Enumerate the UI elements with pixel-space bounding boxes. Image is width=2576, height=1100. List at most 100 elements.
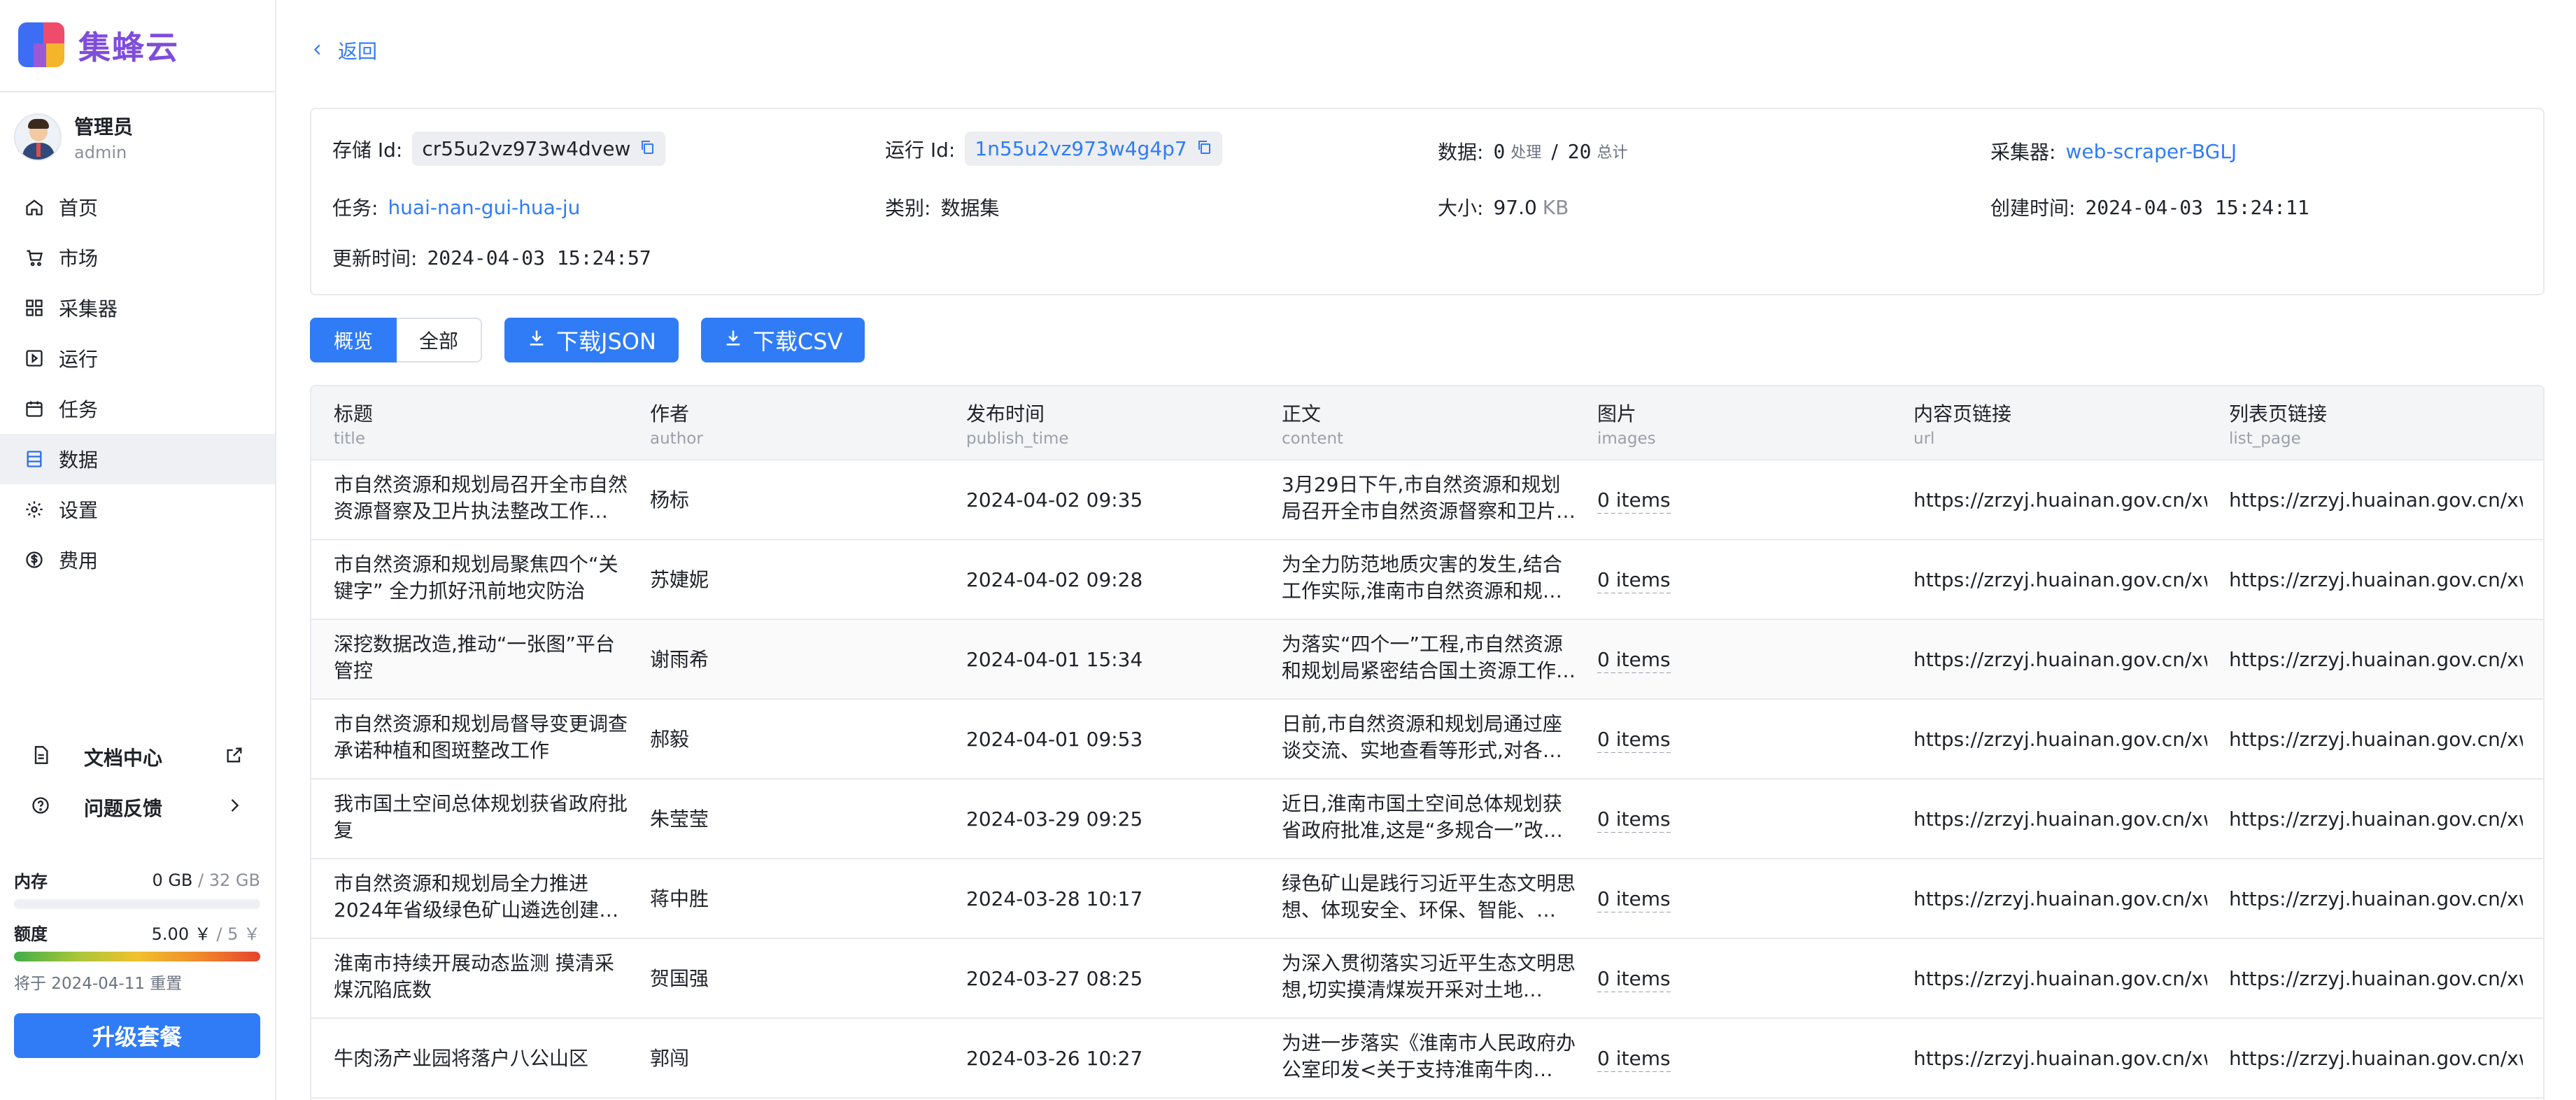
storage-id-chip[interactable]: cr55u2vz973w4dvew [412,132,666,166]
quota-label: 额度 [14,924,48,944]
column-header[interactable]: 正文 content [1282,399,1343,448]
cell-list-page: https://zrzyj.huainan.gov.cn/xwzx [2229,967,2523,990]
sidebar-item-label: 市场 [59,247,99,270]
cell-content: 近日,淮南市国土空间总体规划获省政府批准,这是“多规合一”改… [1282,792,1563,842]
storage-id-value: cr55u2vz973w4dvew [422,137,631,160]
cart-icon [24,247,45,268]
table-row[interactable]: 淮南市持续开展动态监测 摸清采煤沉陷底数 贺国强 2024-03-27 08:2… [311,939,2543,1019]
back-label: 返回 [338,40,378,63]
cell-author: 苏婕妮 [650,568,709,591]
cell-list-page: https://zrzyj.huainan.gov.cn/xwzx [2229,887,2523,910]
back-link[interactable]: 返回 [310,36,377,64]
table-row[interactable]: 牛肉汤产业园将落户八公山区 郭闯 2024-03-26 10:27 为进一步落实… [311,1019,2543,1099]
cell-images[interactable]: 0 items [1597,726,1671,753]
data-processed-unit: 处理 [1510,144,1542,162]
brand[interactable]: 集蜂云 [17,21,179,70]
info-card: 存储 Id: cr55u2vz973w4dvew 运行 Id: 1n55u2vz… [310,108,2545,295]
table-row[interactable]: 市自然资源和规划局督导变更调查承诺种植和图斑整改工作 郝毅 2024-04-01… [311,700,2543,780]
cell-images[interactable]: 0 items [1597,966,1671,992]
docs-link[interactable]: 文档中心 [0,732,275,782]
sidebar-item-market[interactable]: 市场 [0,232,275,283]
sidebar-item-home[interactable]: 首页 [0,182,275,232]
table-row[interactable]: 深挖数据改造,推动“一张图”平台管控 谢雨希 2024-04-01 15:34 … [311,620,2543,700]
brand-name: 集蜂云 [78,29,179,66]
cell-images[interactable]: 0 items [1597,647,1671,673]
toolbar: 概览 全部 下载JSON 下载CSV [310,318,865,362]
data-table: 标题 title 作者 author 发布时间 publish_time 正文 cont… [310,385,2545,1100]
table-header: 标题 title 作者 author 发布时间 publish_time 正文 cont… [311,386,2543,460]
download-icon [723,327,753,353]
chevron-right-icon [225,796,244,820]
column-header[interactable]: 标题 title [334,399,373,448]
reset-note: 将于 2024-04-11 重置 [14,975,183,993]
cell-content: 日前,市自然资源和规划局通过座谈交流、实地查看等形式,对各… [1282,712,1562,762]
data-total: 20 [1567,139,1592,163]
upgrade-button[interactable]: 升级套餐 [14,1013,260,1058]
cell-images[interactable]: 0 items [1597,806,1671,833]
download-csv-button[interactable]: 下载CSV [700,318,865,362]
download-json-label: 下载JSON [556,328,656,355]
data-label: 数据: [1438,141,1484,164]
tab-overview[interactable]: 概览 [310,318,397,362]
sidebar-item-label: 费用 [59,549,99,572]
main-content: 返回 存储 Id: cr55u2vz973w4dvew 运行 Id: 1n55u… [276,0,2576,1100]
download-json-button[interactable]: 下载JSON [504,318,679,362]
sidebar-item-billing[interactable]: 费用 [0,535,275,585]
cell-images[interactable]: 0 items [1597,886,1671,912]
collector-icon [24,297,45,318]
cell-images[interactable]: 0 items [1597,1045,1671,1072]
document-icon [31,745,50,770]
quota-bar [14,952,260,961]
brand-logo-icon [17,21,66,70]
view-toggle: 概览 全部 [310,318,483,362]
sidebar-item-task[interactable]: 任务 [0,383,275,434]
cell-images[interactable]: 0 items [1597,567,1671,593]
sidebar-item-label: 首页 [59,197,99,220]
task-icon [24,398,45,419]
cell-title: 市自然资源和规划局召开全市自然资源督察及卫片执法整改工作… [334,473,628,523]
collector-link[interactable]: web-scraper-BGLJ [2065,140,2237,163]
table-row[interactable]: 市自然资源和规划局全力推进2024年省级绿色矿山遴选创建… 蒋中胜 2024-0… [311,859,2543,939]
sidebar-item-data[interactable]: 数据 [0,434,275,484]
copy-icon[interactable] [639,137,656,160]
updated-label: 更新时间: [332,247,418,270]
cell-url: https://zrzyj.huainan.gov.cn/xwzx [1913,648,2207,671]
cell-images[interactable]: 0 items [1597,487,1671,514]
run-id-label: 运行 Id: [885,138,956,162]
size-unit: KB [1542,195,1569,219]
data-processed: 0 [1493,139,1506,163]
collector-label: 采集器: [1990,141,2056,164]
bottom-links: 文档中心 问题反馈 [0,732,275,833]
column-header[interactable]: 发布时间 publish_time [966,399,1069,448]
feedback-link[interactable]: 问题反馈 [0,782,275,833]
table-row[interactable]: 市自然资源和规划局聚焦四个“关键字” 全力抓好汛前地灾防治 苏婕妮 2024-0… [311,540,2543,620]
tab-all[interactable]: 全部 [397,318,483,362]
column-header[interactable]: 作者 author [650,399,703,448]
column-header[interactable]: 内容页链接 url [1913,399,2011,448]
task-link[interactable]: huai-nan-gui-hua-ju [388,196,580,219]
cell-title: 市自然资源和规划局全力推进2024年省级绿色矿山遴选创建… [334,872,619,922]
gear-icon [24,499,45,520]
table-row[interactable]: 我市国土空间总体规划获省政府批复 朱莹莹 2024-03-29 09:25 近日… [311,780,2543,859]
sidebar-item-label: 采集器 [59,297,118,320]
sidebar-item-run[interactable]: 运行 [0,333,275,383]
sidebar: 集蜂云 管理员 admin 首页 市场 采集器 运行 任务 数据 设置 费用 文… [0,0,276,1100]
memory-label: 内存 [14,872,48,891]
column-header[interactable]: 图片 images [1597,399,1656,448]
cell-title: 市自然资源和规划局聚焦四个“关键字” 全力抓好汛前地灾防治 [334,553,618,602]
cell-url: https://zrzyj.huainan.gov.cn/xwzx [1913,568,2207,591]
run-id-chip[interactable]: 1n55u2vz973w4g4p7 [965,132,1222,166]
user-profile[interactable]: 管理员 admin [14,112,133,162]
docs-label: 文档中心 [84,747,163,770]
sidebar-item-collector[interactable]: 采集器 [0,283,275,333]
cell-author: 郝毅 [650,728,690,751]
sidebar-item-label: 运行 [59,348,99,371]
cell-list-page: https://zrzyj.huainan.gov.cn/xwzx [2229,808,2523,831]
run-icon [24,348,45,369]
sidebar-item-settings[interactable]: 设置 [0,484,275,535]
cell-author: 蒋中胜 [650,887,709,910]
run-id-field: 运行 Id: 1n55u2vz973w4g4p7 [885,132,1222,166]
column-header[interactable]: 列表页链接 list_page [2229,399,2327,448]
copy-icon[interactable] [1196,137,1212,160]
table-row[interactable]: 市自然资源和规划局召开全市自然资源督察及卫片执法整改工作… 杨标 2024-04… [311,460,2543,540]
